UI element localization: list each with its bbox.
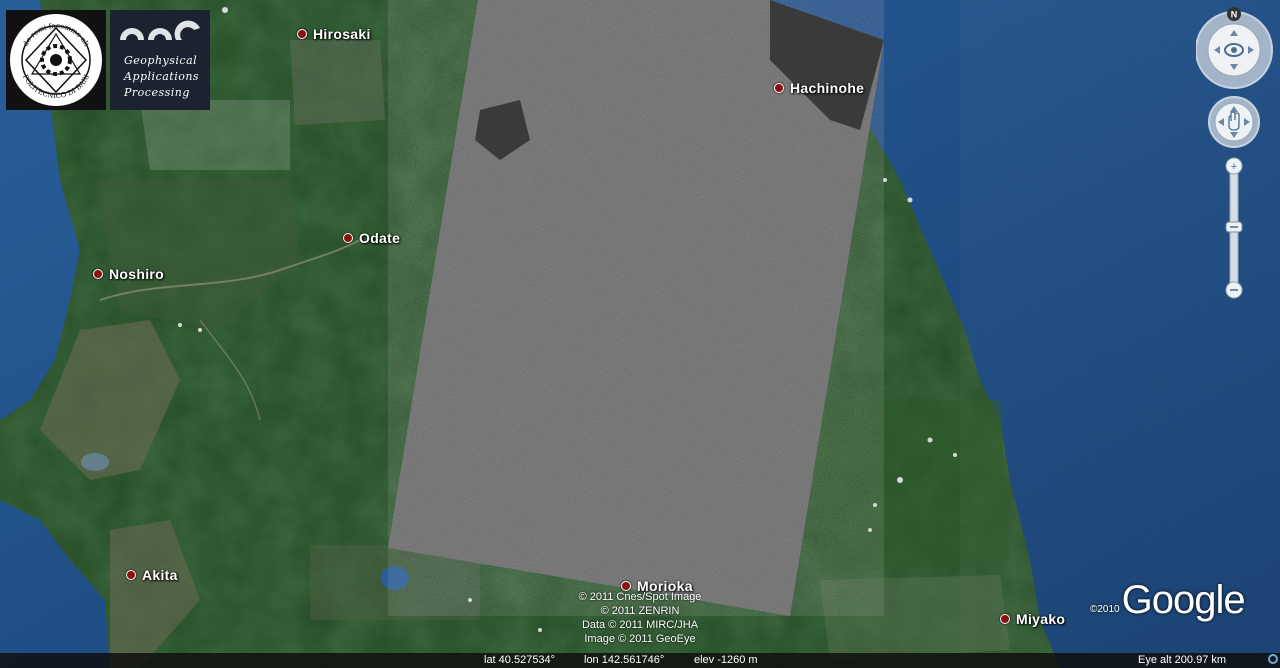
poliba-seal-icon: de remi facemmo ali POLITECNICO DI BARI [10,14,102,106]
poliba-logo: de remi facemmo ali POLITECNICO DI BARI [6,10,106,110]
city-label-noshiro[interactable]: Noshiro [93,266,164,282]
logo-group: de remi facemmo ali POLITECNICO DI BARI … [6,10,210,110]
city-marker-icon [774,83,784,93]
city-marker-icon [343,233,353,243]
google-copyright: ©2010 [1090,604,1120,615]
imagery-attribution: © 2011 Cnes/Spot Image © 2011 ZENRIN Dat… [560,590,720,646]
city-label-hirosaki[interactable]: Hirosaki [297,26,371,42]
map-view[interactable]: Hirosaki Hachinohe Odate Noshiro Akita M… [0,0,1280,668]
city-label-odate[interactable]: Odate [343,230,400,246]
gap-logo: Geophysical Applications Processing [110,10,210,110]
city-label-miyako[interactable]: Miyako [1000,611,1065,627]
attribution-line: © 2011 Cnes/Spot Image [578,591,702,603]
attribution-line: © 2011 ZENRIN [600,605,680,617]
city-label-hachinohe[interactable]: Hachinohe [774,80,864,96]
google-logo: Google [1121,578,1246,622]
city-name: Noshiro [109,266,164,282]
city-label-akita[interactable]: Akita [126,567,178,583]
latitude-readout: lat 40.527534° [484,654,556,666]
city-marker-icon [93,269,103,279]
city-name: Odate [359,230,401,246]
google-branding: ©2010 Google [1090,578,1246,623]
move-control[interactable] [1208,96,1260,148]
look-around-control[interactable]: N [1195,7,1273,89]
city-marker-icon [1000,614,1010,624]
attribution-line: Data © 2011 MIRC/JHA [581,619,699,631]
zoom-slider[interactable]: + [1225,157,1243,299]
gap-word: Processing [124,86,190,99]
status-bar: lat 40.527534° lon 142.561746° elev -126… [0,653,1280,668]
city-marker-icon [297,29,307,39]
gap-word: Applications [124,70,200,83]
elevation-readout: elev -1260 m [694,654,758,666]
eye-altitude-readout: Eye alt 200.97 km [1138,654,1227,666]
city-name: Hirosaki [313,26,371,42]
gap-mark-icon [120,20,200,40]
north-indicator: N [1231,10,1238,20]
navigation-controls: N + [1195,0,1280,310]
city-marker-icon [126,570,136,580]
attribution-line: Image © 2011 GeoEye [584,633,696,645]
streaming-indicator-icon [1268,654,1278,664]
zoom-in-icon: + [1231,161,1237,173]
navigation-controls-graphic: N + [1195,7,1273,299]
gap-word: Geophysical [124,54,198,67]
city-name: Hachinohe [790,80,865,96]
city-name: Miyako [1016,611,1066,627]
city-name: Akita [142,567,178,583]
longitude-readout: lon 142.561746° [584,654,665,666]
